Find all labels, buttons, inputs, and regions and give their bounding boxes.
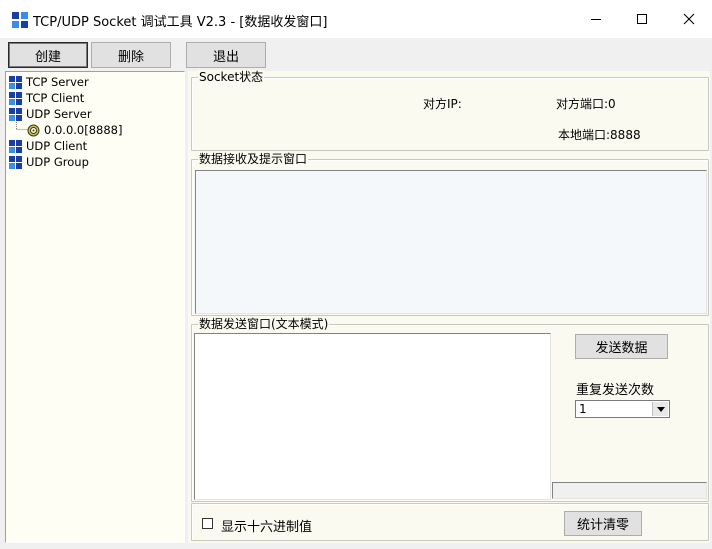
- footer-group: 显示十六进制值 统计清零: [191, 503, 709, 541]
- create-button[interactable]: 创建: [8, 42, 88, 68]
- repeat-count-value: 1: [579, 402, 587, 416]
- socket-status-title: Socket状态: [198, 70, 265, 84]
- exit-button[interactable]: 退出: [186, 42, 266, 68]
- window-title: TCP/UDP Socket 调试工具 V2.3 - [数据收发窗口]: [33, 15, 328, 30]
- app-window: TCP/UDP Socket 调试工具 V2.3 - [数据收发窗口] 创建 删…: [0, 0, 712, 549]
- grid-icon: [9, 108, 22, 121]
- socket-ring-icon: [27, 124, 40, 137]
- send-data-button[interactable]: 发送数据: [575, 334, 668, 359]
- app-grid-icon: [12, 12, 28, 28]
- tree-item-label: TCP Server: [26, 75, 89, 89]
- send-group: 数据发送窗口(文本模式) 发送数据 重复发送次数 1: [191, 317, 709, 502]
- repeat-count-select[interactable]: 1: [575, 400, 670, 418]
- tree-item-label: TCP Client: [26, 91, 85, 105]
- tree-item-label: UDP Group: [26, 155, 89, 169]
- send-textarea[interactable]: [194, 333, 551, 500]
- grid-icon: [9, 92, 22, 105]
- clear-stats-button[interactable]: 统计清零: [564, 511, 642, 536]
- close-icon: [683, 13, 695, 25]
- peer-ip-label: 对方IP:: [423, 97, 462, 111]
- grid-icon: [9, 140, 22, 153]
- tree-item-label: UDP Client: [26, 139, 88, 153]
- tree-item-label: 0.0.0.0[8888]: [44, 123, 123, 137]
- hex-label: 显示十六进制值: [221, 520, 313, 535]
- data-panel: Socket状态 对方IP: 对方端口:0 本地端口:8888 数据接收及提示窗…: [188, 70, 710, 543]
- hex-checkbox[interactable]: [202, 518, 213, 529]
- maximize-icon: [637, 14, 647, 24]
- grid-icon: [9, 156, 22, 169]
- socket-tree[interactable]: TCP Server TCP Client UDP Server 0.0.0.0…: [5, 71, 185, 543]
- maximize-button[interactable]: [619, 0, 665, 38]
- peer-port-label: 对方端口:0: [556, 97, 616, 111]
- repeat-count-label: 重复发送次数: [576, 383, 655, 398]
- send-status-box: [552, 482, 707, 499]
- receive-title: 数据接收及提示窗口: [198, 152, 309, 166]
- receive-textarea[interactable]: [195, 170, 707, 314]
- delete-button[interactable]: 删除: [91, 42, 171, 68]
- socket-status-group: Socket状态 对方IP: 对方端口:0 本地端口:8888: [191, 70, 709, 151]
- grid-icon: [9, 76, 22, 89]
- tree-item-label: UDP Server: [26, 107, 92, 121]
- send-title: 数据发送窗口(文本模式): [198, 317, 330, 331]
- local-port-label: 本地端口:8888: [558, 128, 641, 142]
- close-button[interactable]: [666, 0, 712, 38]
- receive-group: 数据接收及提示窗口: [191, 152, 709, 316]
- chevron-down-icon[interactable]: [652, 402, 668, 416]
- minimize-button[interactable]: [573, 0, 619, 38]
- minimize-icon: [591, 19, 601, 20]
- title-bar[interactable]: TCP/UDP Socket 调试工具 V2.3 - [数据收发窗口]: [0, 0, 712, 38]
